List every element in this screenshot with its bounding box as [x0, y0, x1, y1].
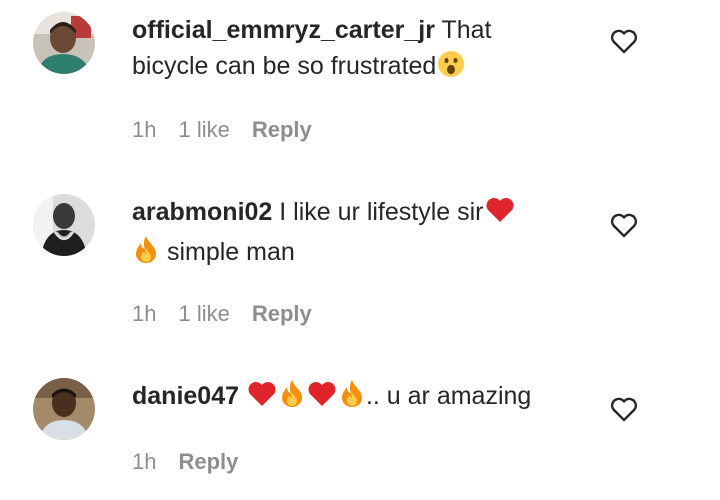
avatar[interactable]: [33, 194, 95, 256]
comment-text-line2: bicycle can be so frustrated: [132, 52, 437, 80]
comment-timestamp: 1h: [132, 449, 157, 474]
comment-text-tail: .. u ar amazing: [365, 382, 532, 410]
red-heart-icon: [485, 196, 515, 234]
red-heart-icon: [307, 380, 337, 418]
comment-timestamp: 1h: [132, 117, 157, 142]
comment-username[interactable]: danie047: [132, 382, 239, 410]
comment-text-line1: That: [434, 16, 492, 44]
comment-like-count[interactable]: 1 like: [178, 117, 229, 142]
comment-meta: 1h 1 like Reply: [132, 301, 334, 327]
comment-username[interactable]: arabmoni02: [132, 198, 272, 226]
fire-icon: [339, 378, 365, 418]
comment-meta: 1h Reply: [132, 449, 260, 475]
reply-button[interactable]: Reply: [252, 117, 312, 142]
comment-text: arabmoni02 I like ur lifestyle sir simpl…: [132, 194, 572, 274]
comment-meta: 1h 1 like Reply: [132, 117, 334, 143]
heart-outline-icon[interactable]: [610, 28, 638, 54]
red-heart-icon: [247, 380, 277, 418]
avatar[interactable]: [33, 12, 95, 74]
reply-button[interactable]: Reply: [178, 449, 238, 474]
astonished-face-icon: [437, 50, 465, 88]
comment-like-count[interactable]: 1 like: [178, 301, 229, 326]
comment-item: arabmoni02 I like ur lifestyle sir simpl…: [0, 184, 720, 344]
heart-outline-icon[interactable]: [610, 396, 638, 422]
comment-timestamp: 1h: [132, 301, 157, 326]
comment-text-line1: I like ur lifestyle sir: [272, 198, 484, 226]
fire-icon: [279, 378, 305, 418]
fire-icon: [133, 234, 159, 274]
reply-button[interactable]: Reply: [252, 301, 312, 326]
comment-item: danie047 .. u ar amazing 1h Reply: [0, 368, 720, 498]
heart-outline-icon[interactable]: [610, 212, 638, 238]
comment-username[interactable]: official_emmryz_carter_jr: [132, 16, 435, 44]
comment-item: official_emmryz_carter_jr That bicycle c…: [0, 0, 720, 160]
comment-text-line2: simple man: [160, 238, 295, 266]
avatar[interactable]: [33, 378, 95, 440]
comment-text: danie047 .. u ar amazing: [132, 378, 572, 418]
comment-text: official_emmryz_carter_jr That bicycle c…: [132, 12, 572, 88]
